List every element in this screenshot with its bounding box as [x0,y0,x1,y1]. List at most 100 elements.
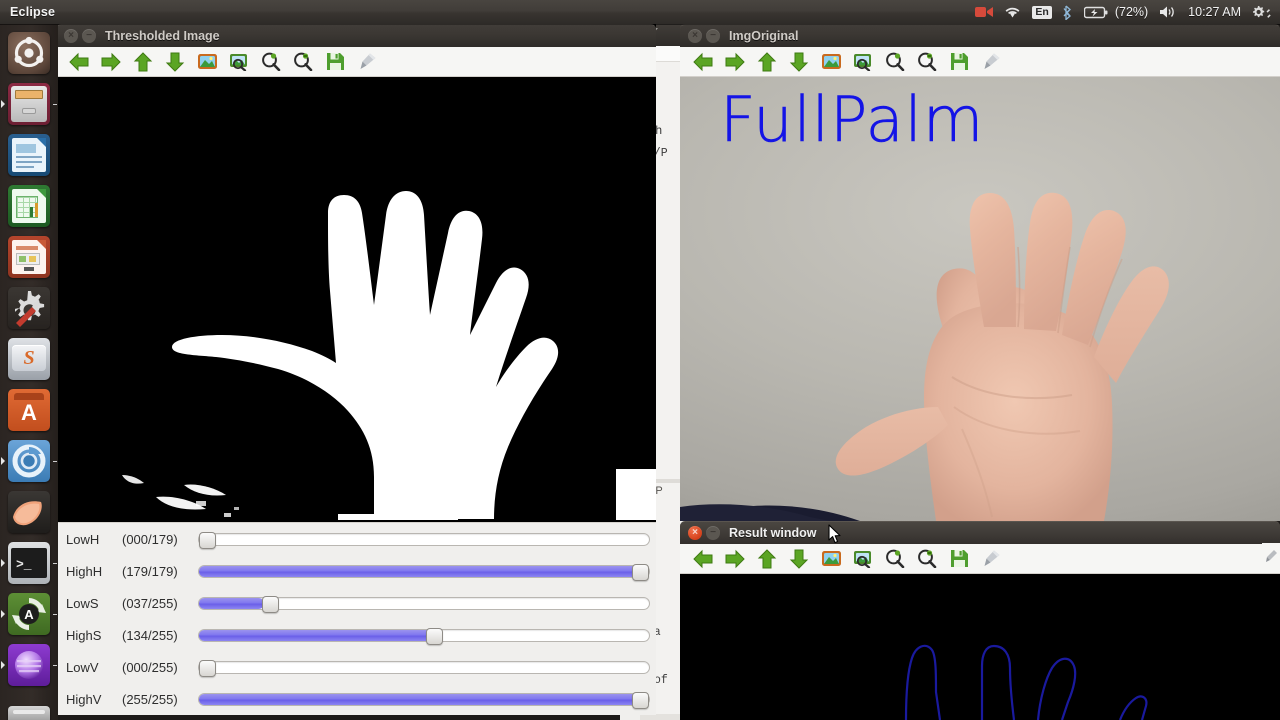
launcher-item-clementine[interactable] [0,486,58,537]
launcher-item-eclipse[interactable] [0,639,58,690]
result-fit-image-icon[interactable] [816,546,846,572]
wifi-icon[interactable] [1004,0,1021,24]
trackbar-handle-lowv[interactable] [199,659,216,677]
thresholded-save-icon[interactable] [320,49,350,75]
result-pan-right-icon[interactable] [720,546,750,572]
result-pan-up-icon[interactable] [752,546,782,572]
img-original-brush-icon[interactable] [976,49,1006,75]
thresholded-pan-down-icon[interactable] [160,49,190,75]
launcher-item-update-manager[interactable]: A [0,588,58,639]
thresholded-zoom-out-icon[interactable] [288,49,318,75]
titlebar-result[interactable]: × − Result window [680,521,1280,544]
thresholded-hand-silhouette [122,191,656,522]
titlebar-thresholded[interactable]: × − Thresholded Image [56,24,656,47]
window-buttons-thresholded[interactable]: × − [64,29,96,43]
volume-icon[interactable] [1159,0,1177,24]
img-original-zoom-region-icon[interactable] [848,49,878,75]
thresholded-brush-icon[interactable] [352,49,382,75]
unity-launcher[interactable]: S A >_ A [0,24,58,720]
result-zoom-region-icon[interactable] [848,546,878,572]
gear-icon[interactable] [1252,0,1274,24]
window-buttons-result[interactable]: × − [688,526,720,540]
trackbar-handle-lows[interactable] [261,595,279,613]
launcher-item-software-center[interactable]: A [0,384,58,435]
img-original-pan-left-icon[interactable] [688,49,718,75]
launcher-item-ubuntu-dash[interactable] [0,27,58,78]
minimize-button-result[interactable]: − [706,526,720,540]
launcher-item-libreoffice-writer[interactable] [0,129,58,180]
launcher-item-terminal[interactable]: >_ [0,537,58,588]
result-zoom-in-icon[interactable] [880,546,910,572]
result-zoom-out-icon[interactable] [912,546,942,572]
thresholded-zoom-region-icon[interactable] [224,49,254,75]
img-original-pan-down-icon[interactable] [784,49,814,75]
record-icon[interactable] [975,0,994,24]
launcher-item-libreoffice-calc[interactable] [0,180,58,231]
bluetooth-icon[interactable] [1063,0,1073,24]
minimize-button-thresholded[interactable]: − [82,29,96,43]
window-result[interactable]: × − Result window [680,521,1280,720]
close-button-img-original[interactable]: × [688,29,702,43]
canvas-img-original[interactable]: FullPalm [680,77,1280,521]
trackbar-track-lows[interactable] [198,595,650,613]
window-img-original[interactable]: × − ImgOriginal FullPalm [680,24,1280,522]
img-original-pan-up-icon[interactable] [752,49,782,75]
trackbar-row-lowv[interactable]: LowV (000/255) [56,651,656,683]
trackbar-handle-highh[interactable] [632,563,649,581]
system-tray[interactable]: En (72%) 10:27 AM [975,0,1280,24]
trackbar-handle-highv[interactable] [632,691,649,709]
img-original-fit-image-icon[interactable] [816,49,846,75]
result-save-icon[interactable] [944,546,974,572]
keyboard-layout-indicator[interactable]: En [1032,0,1052,24]
trackbar-handle-highs[interactable] [426,627,444,645]
window-buttons-img-original[interactable]: × − [688,29,720,43]
toolbar-img-original[interactable] [680,47,1280,77]
canvas-thresholded-image[interactable] [56,77,656,522]
trackbar-row-lowh[interactable]: LowH (000/179) [56,523,656,555]
close-button-result[interactable]: × [688,526,702,540]
launcher-item-trash[interactable] [0,690,58,720]
launcher-item-ubuntu-one[interactable]: S [0,333,58,384]
unity-top-panel[interactable]: Eclipse En (72%) 10:27 AM [0,0,1280,24]
trackbar-track-lowh[interactable] [198,531,650,549]
trackbar-row-highv[interactable]: HighV (255/255) [56,683,656,715]
launcher-item-system-settings[interactable] [0,282,58,333]
trackbar-value-lowv: (000/255) [122,659,178,675]
img-original-zoom-in-icon[interactable] [880,49,910,75]
launcher-item-chromium[interactable] [0,435,58,486]
launcher-item-libreoffice-impress[interactable] [0,231,58,282]
running-indicator [1,99,5,108]
trackbar-panel-thresholded[interactable]: LowH (000/179) HighH (179/179) LowS (037… [56,522,656,715]
titlebar-img-original[interactable]: × − ImgOriginal [680,24,1280,47]
trackbar-track-highh[interactable] [198,563,650,581]
clock[interactable]: 10:27 AM [1188,0,1241,24]
trackbar-row-lows[interactable]: LowS (037/255) [56,587,656,619]
minimize-button-img-original[interactable]: − [706,29,720,43]
img-original-save-icon[interactable] [944,49,974,75]
trackbar-row-highh[interactable]: HighH (179/179) [56,555,656,587]
panel-app-name[interactable]: Eclipse [10,5,55,19]
launcher-item-files[interactable] [0,78,58,129]
thresholded-pan-up-icon[interactable] [128,49,158,75]
trackbar-track-lowv[interactable] [198,659,650,677]
battery-icon[interactable] [1083,0,1108,24]
result-pan-down-icon[interactable] [784,546,814,572]
canvas-result[interactable] [680,574,1280,720]
trackbar-track-highs[interactable] [198,627,650,645]
thresholded-pan-left-icon[interactable] [64,49,94,75]
result-pan-left-icon[interactable] [688,546,718,572]
img-original-pan-right-icon[interactable] [720,49,750,75]
window-thresholded-image[interactable]: × − Thresholded Image LowH (000/179) Hig… [56,24,656,720]
img-original-zoom-out-icon[interactable] [912,49,942,75]
result-brush-icon[interactable] [976,546,1006,572]
trackbar-row-highs[interactable]: HighS (134/255) [56,619,656,651]
thresholded-pan-right-icon[interactable] [96,49,126,75]
thresholded-fit-image-icon[interactable] [192,49,222,75]
toolbar-result[interactable] [680,544,1280,574]
partial-brush-icon[interactable] [1262,543,1280,569]
trackbar-track-highv[interactable] [198,691,650,709]
thresholded-zoom-in-icon[interactable] [256,49,286,75]
trackbar-handle-lowh[interactable] [199,531,216,549]
toolbar-thresholded[interactable] [56,47,656,77]
close-button-thresholded[interactable]: × [64,29,78,43]
